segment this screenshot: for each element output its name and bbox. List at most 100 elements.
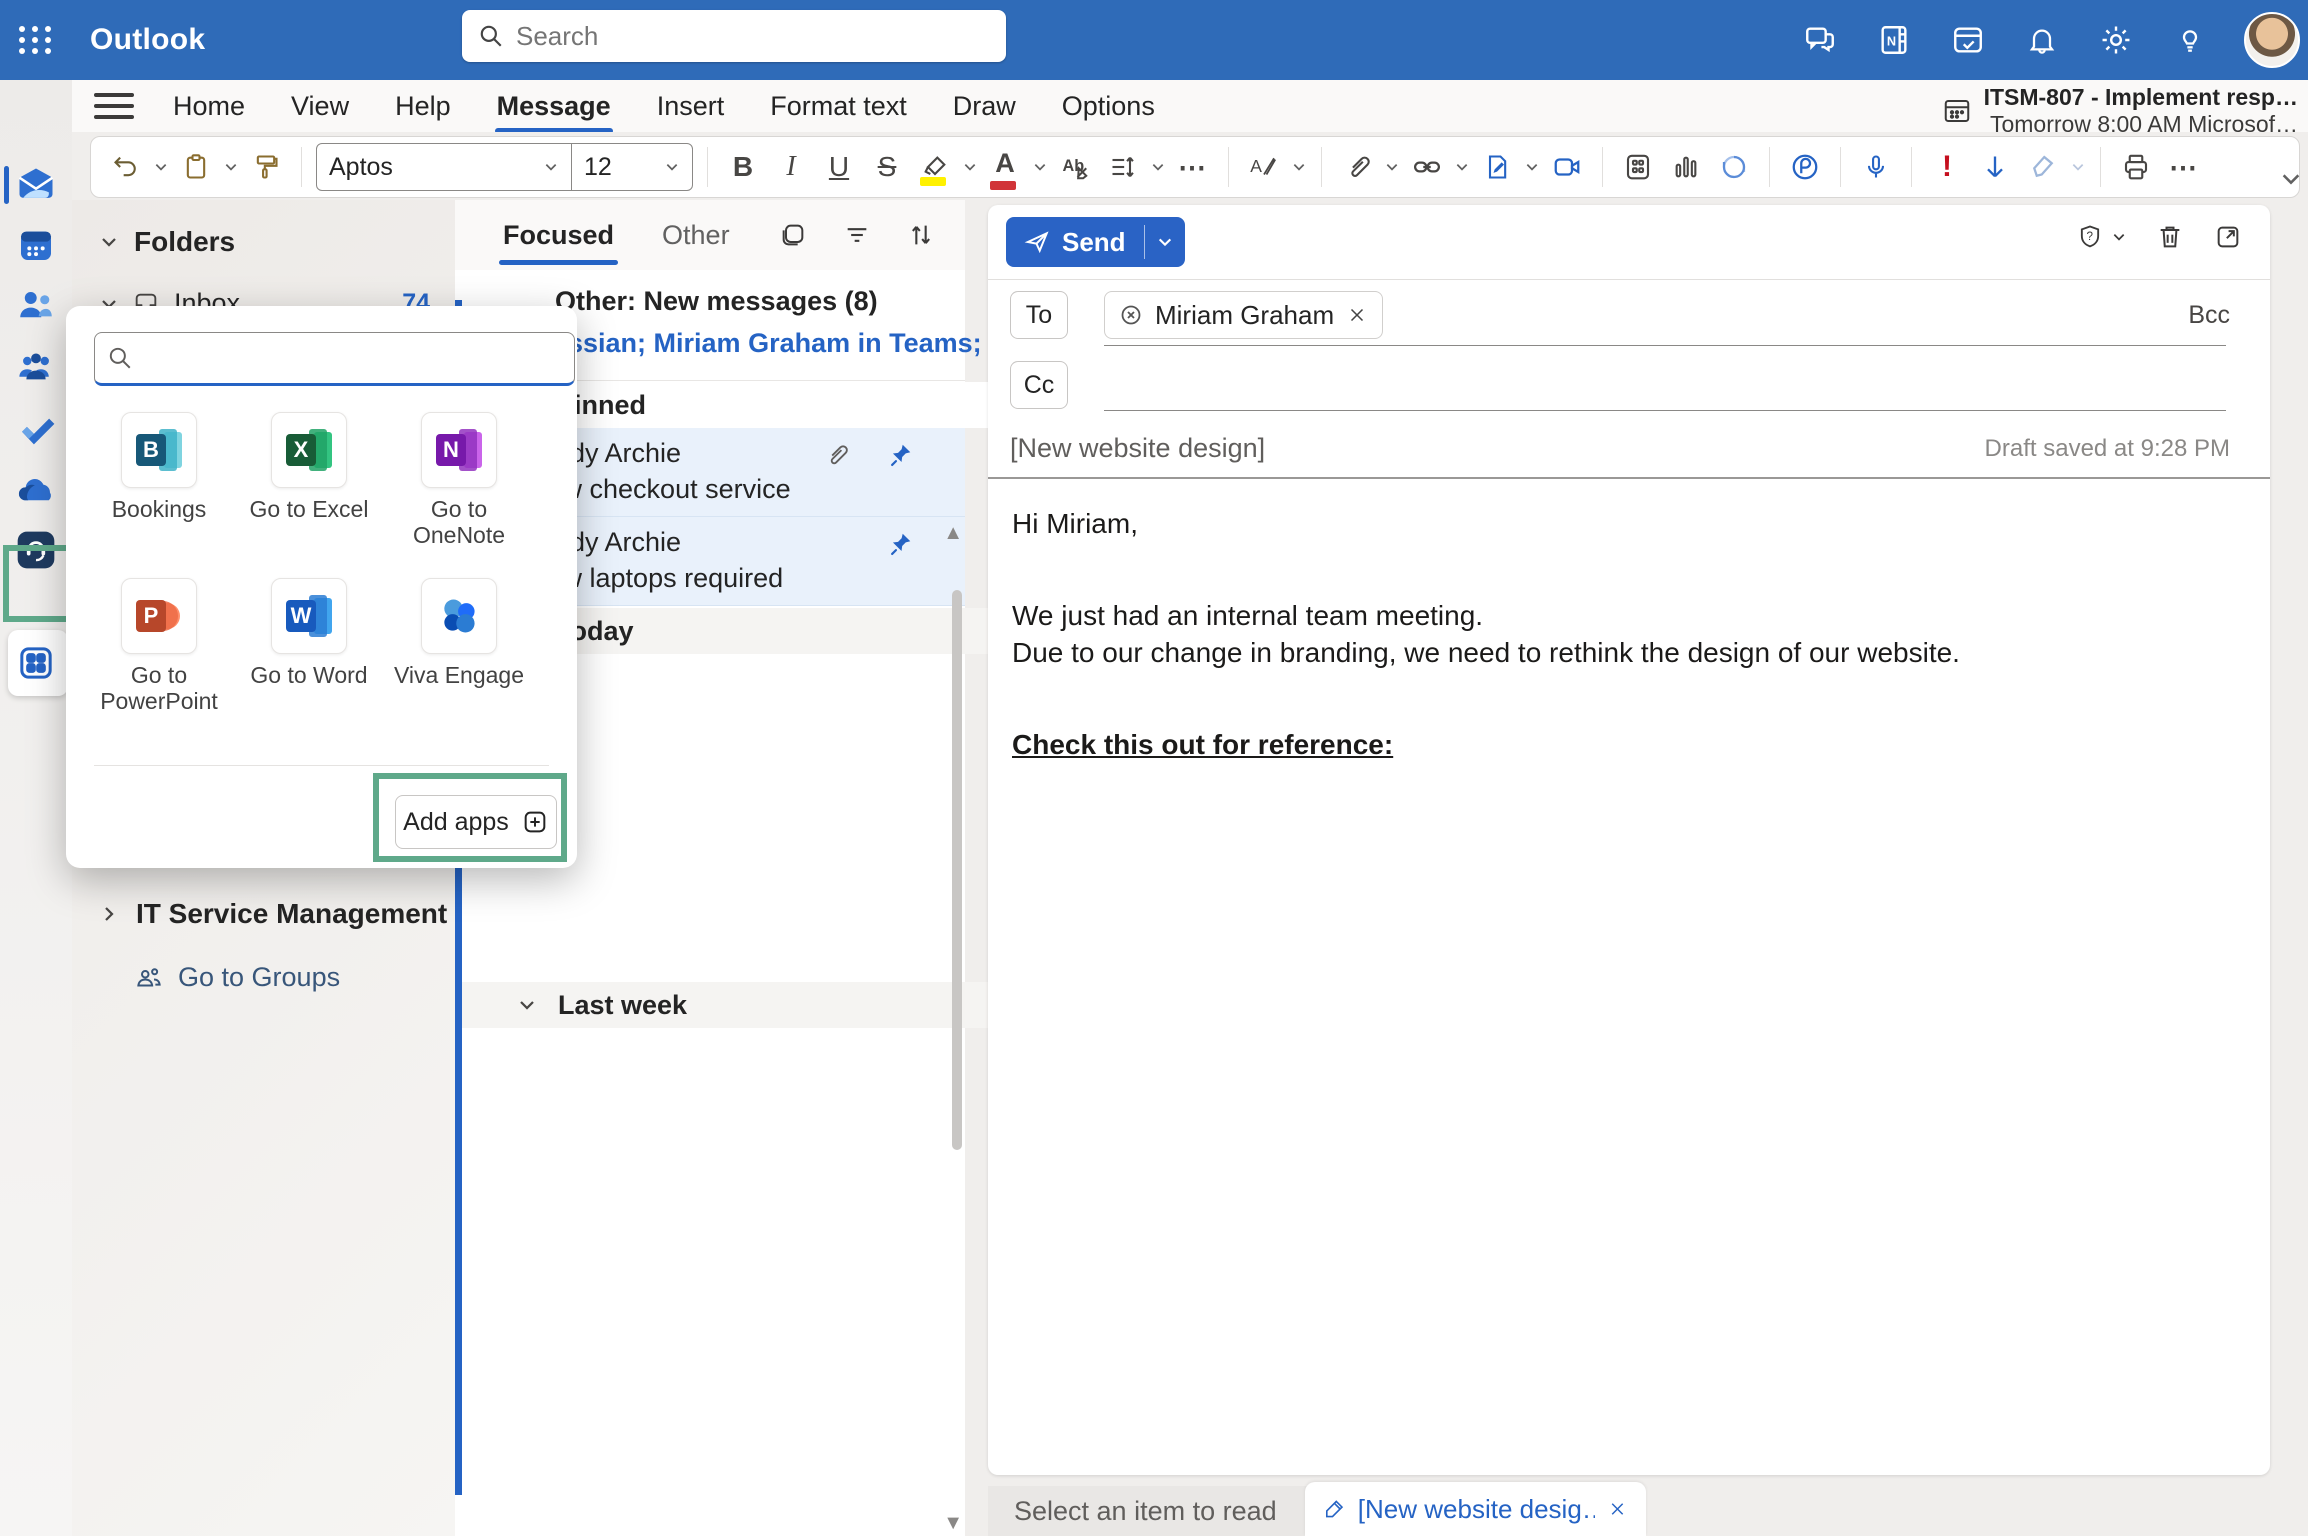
- filter-icon[interactable]: [843, 221, 871, 249]
- link-menu-chevron[interactable]: [1454, 159, 1470, 175]
- tab-draw[interactable]: Draw: [953, 91, 1016, 122]
- tab-format-text[interactable]: Format text: [770, 91, 907, 122]
- app-tile-onenote[interactable]: N Go to OneNote: [384, 412, 534, 549]
- tab-options[interactable]: Options: [1062, 91, 1155, 122]
- video-button[interactable]: [1546, 144, 1588, 190]
- highlight-menu-chevron[interactable]: [962, 159, 978, 175]
- rail-people-button[interactable]: [0, 277, 72, 333]
- folders-header[interactable]: Folders: [100, 226, 235, 258]
- bell-icon[interactable]: [2022, 20, 2062, 60]
- popout-icon[interactable]: [2214, 223, 2242, 251]
- rail-more-apps-button[interactable]: [0, 635, 72, 691]
- importance-low-button[interactable]: [1974, 144, 2016, 190]
- scroll-up-arrow[interactable]: ▲: [943, 522, 963, 545]
- apps-button[interactable]: [1617, 144, 1659, 190]
- font-color-menu-chevron[interactable]: [1032, 159, 1048, 175]
- app-tile-bookings[interactable]: B Bookings: [84, 412, 234, 522]
- message-protection-icon[interactable]: ?: [2076, 223, 2126, 251]
- cc-button[interactable]: Cc: [1010, 361, 1068, 409]
- signature-menu-chevron[interactable]: [1524, 159, 1540, 175]
- undo-button[interactable]: [105, 144, 147, 190]
- message-body-editor[interactable]: Hi Miriam, We just had an internal team …: [1012, 505, 1960, 772]
- recipient-chip[interactable]: Miriam Graham: [1104, 291, 1383, 339]
- rail-todo-button[interactable]: [0, 402, 72, 458]
- remove-recipient-icon[interactable]: [1346, 304, 1368, 326]
- tab-view[interactable]: View: [291, 91, 349, 122]
- tab-insert[interactable]: Insert: [657, 91, 725, 122]
- apps-search-box[interactable]: [94, 332, 575, 386]
- font-color-button[interactable]: A: [984, 140, 1026, 194]
- toolbar-overflow-button[interactable]: ⋯: [2163, 144, 2205, 190]
- list-scrollbar[interactable]: [952, 590, 962, 1150]
- bcc-button[interactable]: Bcc: [2188, 301, 2230, 330]
- rail-onedrive-button[interactable]: [0, 464, 72, 520]
- avatar[interactable]: [2244, 12, 2300, 68]
- importance-high-button[interactable]: !: [1926, 144, 1968, 190]
- folder-group-itsm[interactable]: IT Service Management: [100, 898, 447, 930]
- app-tile-viva-engage[interactable]: Viva Engage: [384, 578, 534, 688]
- app-launcher-button[interactable]: [0, 0, 72, 80]
- tab-help[interactable]: Help: [395, 91, 451, 122]
- tab-focused[interactable]: Focused: [503, 220, 614, 251]
- discard-trash-icon[interactable]: [2156, 223, 2184, 251]
- attach-menu-chevron[interactable]: [1384, 159, 1400, 175]
- attach-button[interactable]: [1336, 144, 1378, 190]
- rail-groups-button[interactable]: [0, 340, 72, 396]
- font-name-dropdown[interactable]: Aptos: [317, 144, 572, 190]
- close-icon[interactable]: [1607, 1498, 1628, 1520]
- go-to-groups-button[interactable]: Go to Groups: [134, 962, 340, 993]
- tab-home[interactable]: Home: [173, 91, 245, 122]
- highlight-button[interactable]: [914, 144, 956, 190]
- editor-button[interactable]: A: [1243, 144, 1285, 190]
- collapse-ribbon-chevron[interactable]: [2280, 168, 2302, 190]
- send-button[interactable]: Send: [1006, 217, 1185, 267]
- to-button[interactable]: To: [1010, 291, 1068, 339]
- rail-mail-button[interactable]: [0, 157, 72, 213]
- spacing-menu-chevron[interactable]: [1150, 159, 1166, 175]
- select-messages-icon[interactable]: [779, 221, 807, 249]
- lightbulb-icon[interactable]: [2170, 20, 2210, 60]
- loop-button[interactable]: [1713, 144, 1755, 190]
- send-options-chevron[interactable]: [1145, 217, 1185, 267]
- scroll-down-arrow[interactable]: ▼: [943, 1512, 963, 1535]
- underline-button[interactable]: U: [818, 144, 860, 190]
- onenote-icon[interactable]: N: [1874, 20, 1914, 60]
- open-draft-tab[interactable]: [New website desig…: [1305, 1482, 1646, 1536]
- poll-button[interactable]: [1665, 144, 1707, 190]
- sort-icon[interactable]: [907, 221, 935, 249]
- pin-icon[interactable]: [887, 531, 913, 557]
- teams-chat-icon[interactable]: [1800, 20, 1840, 60]
- app-tile-powerpoint[interactable]: P Go to PowerPoint: [84, 578, 234, 715]
- rail-calendar-button[interactable]: [0, 217, 72, 273]
- font-size-dropdown[interactable]: 12: [572, 144, 692, 190]
- section-last-week[interactable]: Last week: [462, 982, 1021, 1028]
- undo-menu-chevron[interactable]: [153, 159, 169, 175]
- bold-button[interactable]: B: [722, 144, 764, 190]
- pin-icon[interactable]: [887, 442, 913, 468]
- subject-field[interactable]: [New website design]: [1010, 433, 1265, 464]
- meeting-reminder[interactable]: ITSM-807 - Implement resp… Tomorrow 8:00…: [1942, 84, 2298, 138]
- link-button[interactable]: [1406, 144, 1448, 190]
- italic-button[interactable]: I: [770, 144, 812, 190]
- line-spacing-button[interactable]: [1102, 144, 1144, 190]
- hamburger-menu-button[interactable]: [94, 86, 150, 126]
- tab-other[interactable]: Other: [662, 220, 730, 251]
- search-input[interactable]: [514, 20, 938, 53]
- search-bar[interactable]: [462, 10, 1006, 62]
- paste-button[interactable]: [175, 144, 217, 190]
- gear-icon[interactable]: [2096, 20, 2136, 60]
- more-format-button[interactable]: ⋯: [1172, 144, 1214, 190]
- editor-menu-chevron[interactable]: [1291, 159, 1307, 175]
- clear-format-button[interactable]: Ab: [1054, 144, 1096, 190]
- strikethrough-button[interactable]: S: [866, 144, 908, 190]
- dictate-button[interactable]: [1855, 144, 1897, 190]
- print-button[interactable]: [2115, 144, 2157, 190]
- paste-menu-chevron[interactable]: [223, 159, 239, 175]
- sensitivity-menu-chevron[interactable]: [2070, 159, 2086, 175]
- todo-icon[interactable]: [1948, 20, 1988, 60]
- signature-button[interactable]: [1476, 144, 1518, 190]
- app-tile-word[interactable]: W Go to Word: [234, 578, 384, 688]
- app-tile-excel[interactable]: X Go to Excel: [234, 412, 384, 522]
- tab-message[interactable]: Message: [497, 91, 611, 122]
- sensitivity-button[interactable]: [2022, 144, 2064, 190]
